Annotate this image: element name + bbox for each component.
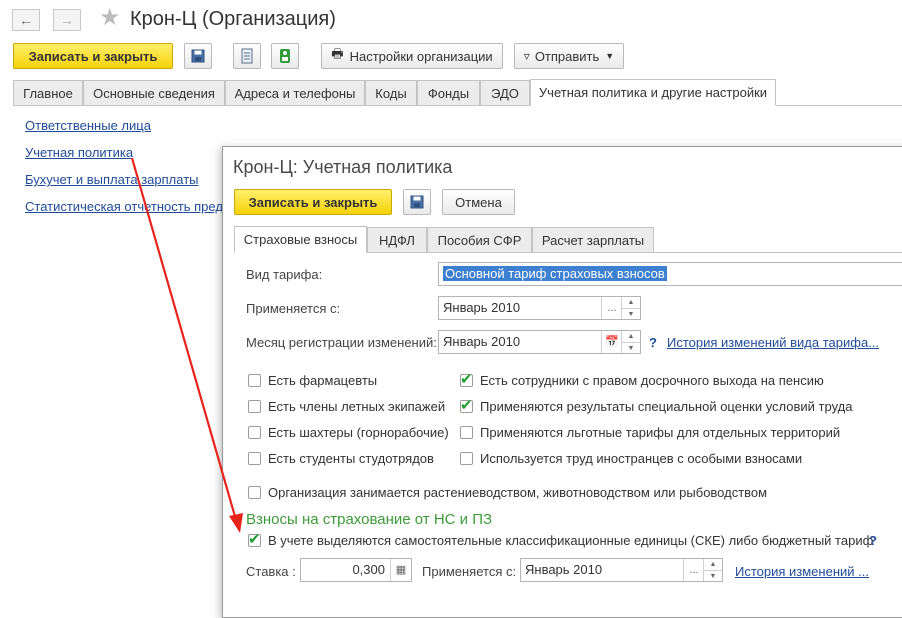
arrow-head-icon bbox=[229, 513, 243, 533]
annotation-arrow bbox=[130, 157, 243, 533]
arrow-line bbox=[130, 157, 238, 521]
